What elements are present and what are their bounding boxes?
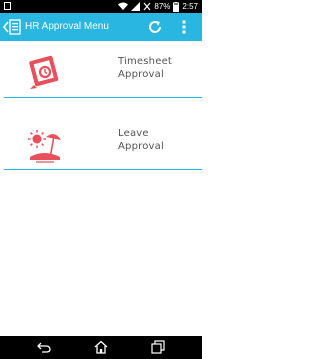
- navigation-bar: [0, 336, 202, 359]
- timesheet-icon: [29, 55, 59, 89]
- app-bar: HR Approval Menu: [0, 13, 202, 41]
- timesheet-label-line2: Approval: [118, 69, 164, 80]
- battery-icon: [173, 1, 180, 12]
- leave-label-line2: Approval: [118, 141, 164, 152]
- timesheet-label-line1: Timesheet: [118, 56, 173, 67]
- recent-apps-icon[interactable]: [150, 340, 166, 354]
- back-icon[interactable]: [36, 340, 52, 354]
- notification-icon: [4, 2, 11, 10]
- divider: [4, 169, 202, 170]
- status-bar: 87% 2:57: [0, 0, 202, 13]
- menu-item-leave-approval[interactable]: Leave Approval: [0, 118, 202, 168]
- refresh-icon[interactable]: [147, 19, 163, 35]
- wifi-icon: [118, 2, 129, 10]
- battery-percentage: 87%: [154, 2, 171, 11]
- x-signal-icon: [143, 2, 151, 11]
- status-time: 2:57: [182, 2, 198, 11]
- menu-item-label: Leave Approval: [118, 127, 198, 153]
- document-icon[interactable]: [9, 19, 21, 35]
- home-icon[interactable]: [93, 340, 109, 354]
- app-bar-title: HR Approval Menu: [25, 21, 109, 32]
- signal-icon: [131, 2, 141, 11]
- leave-label-line1: Leave: [118, 128, 149, 139]
- leave-beach-icon: [28, 130, 61, 163]
- menu-item-label: Timesheet Approval: [118, 55, 198, 81]
- divider: [4, 97, 202, 98]
- menu-item-timesheet-approval[interactable]: Timesheet Approval: [0, 46, 202, 96]
- overflow-menu-icon[interactable]: [179, 19, 189, 35]
